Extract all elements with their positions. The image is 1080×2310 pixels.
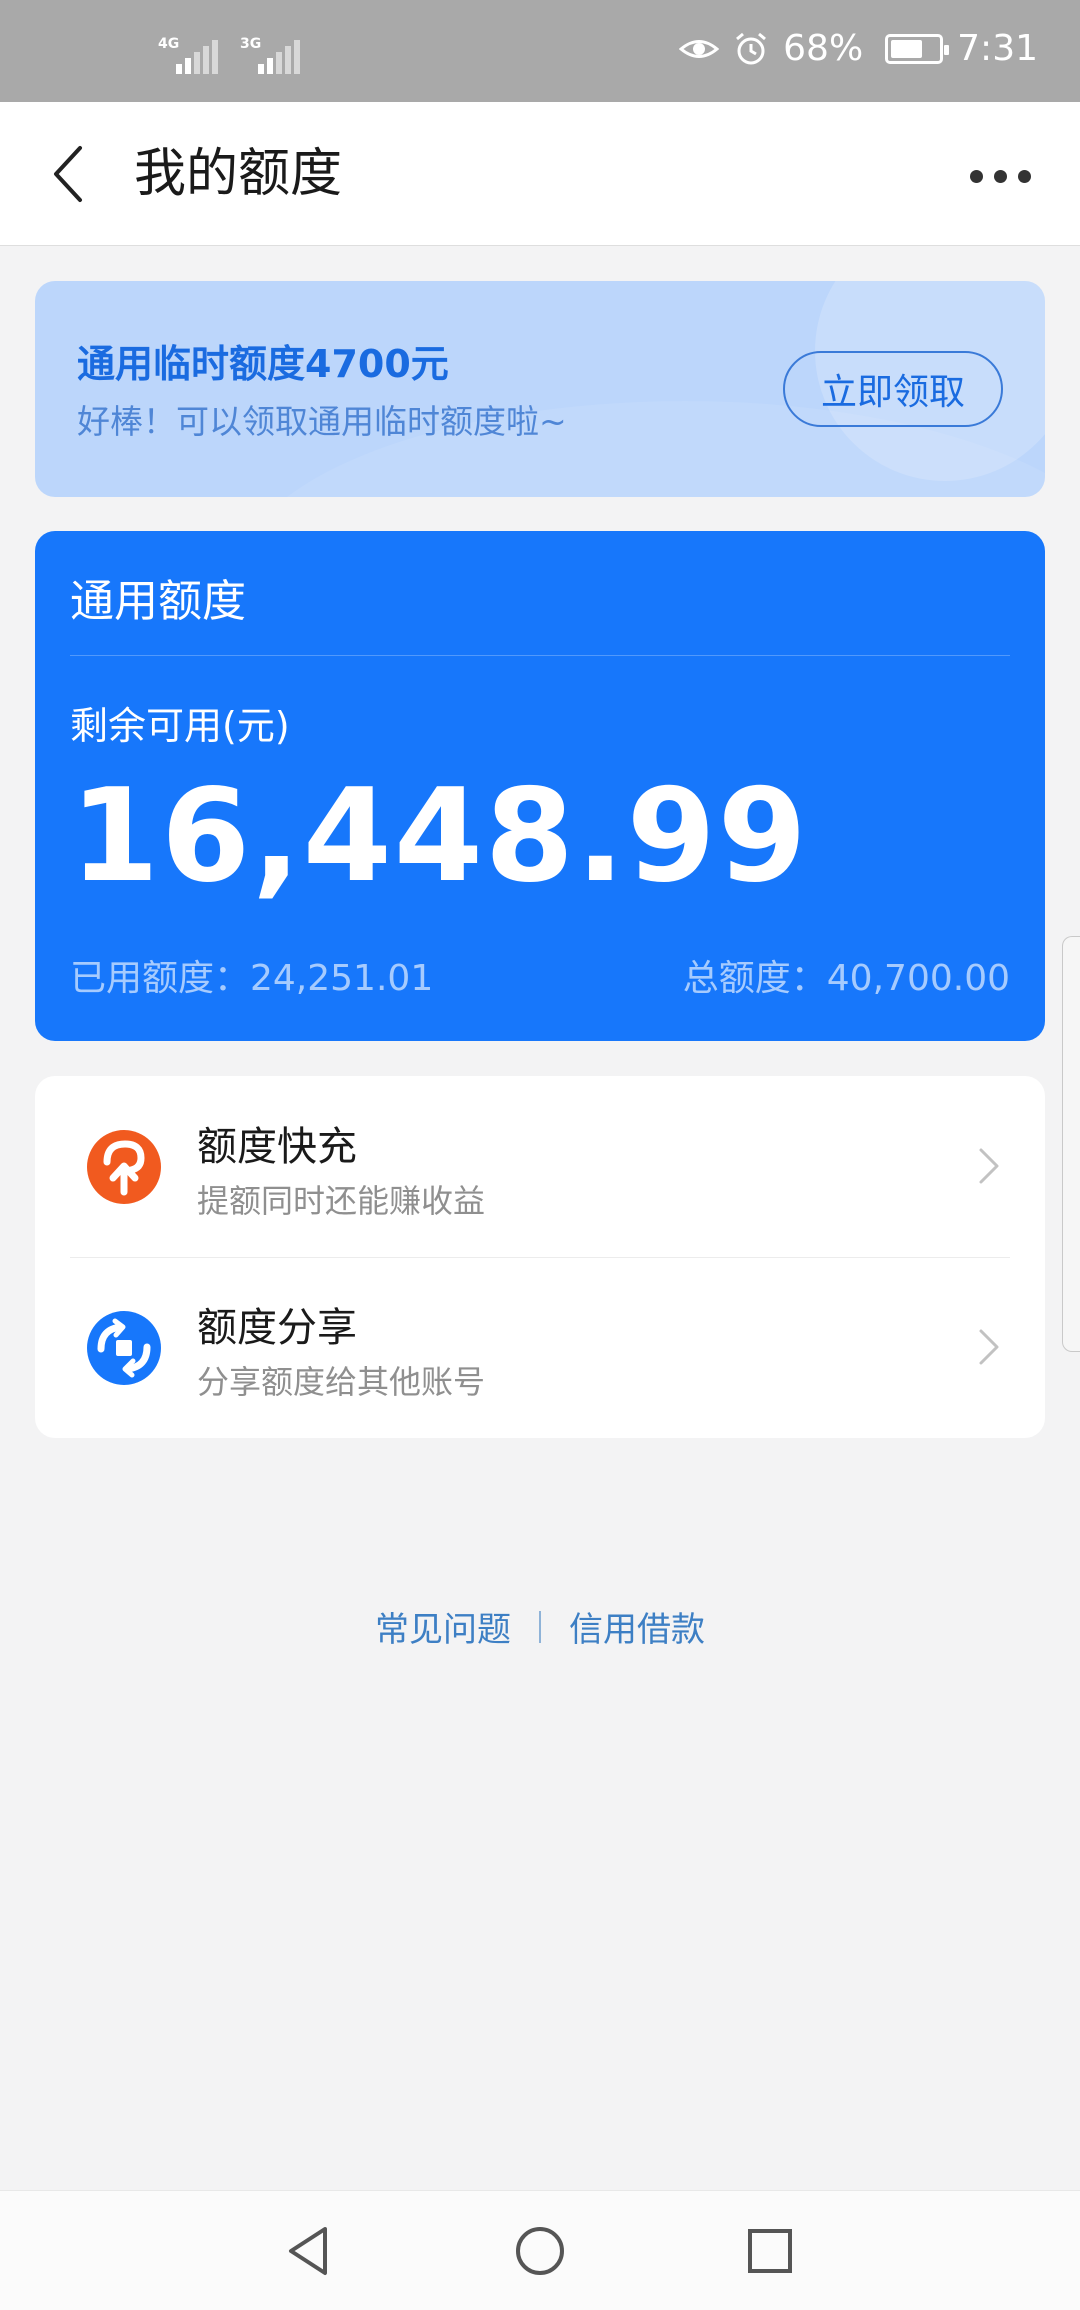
signal-4g-icon: 4G [158,36,218,74]
clock-time: 7:31 [957,28,1038,69]
battery-percent: 68% [783,28,864,69]
list-item-subtitle: 提额同时还能赚收益 [197,1182,486,1220]
edge-panel-handle[interactable] [1062,936,1080,1352]
title-bar: 我的额度 [0,102,1080,246]
list-item-title: 额度快充 [197,1124,357,1170]
page-title: 我的额度 [134,144,343,204]
quota-card-divider [70,655,1010,656]
remaining-amount: 16,448.99 [70,762,809,911]
signal-indicators: 4G 3G [158,36,300,74]
chevron-right-icon [979,1329,999,1365]
chevron-left-icon [54,146,82,202]
total-quota: 总额度：40,700.00 [682,958,1010,999]
nav-back-button[interactable] [278,2221,338,2281]
alarm-icon [736,32,767,64]
nav-home-icon [516,2227,564,2275]
nav-back-icon [289,2227,327,2275]
banner-title: 通用临时额度4700元 [77,342,449,386]
list-item-quota-boost[interactable]: 额度快充 提额同时还能赚收益 [35,1076,1045,1257]
status-bar: 4G 3G 68% 7:31 [0,0,1080,102]
list-item-quota-share[interactable]: 额度分享 分享额度给其他账号 [35,1257,1045,1438]
nav-recent-button[interactable] [740,2221,800,2281]
remaining-label: 剩余可用(元) [70,704,290,748]
temp-quota-banner: 通用临时额度4700元 好棒！可以领取通用临时额度啦~ 立即领取 [35,281,1045,497]
list-item-title: 额度分享 [197,1305,357,1351]
signal-3g-icon: 3G [240,36,300,74]
more-dots-icon [969,169,983,183]
nav-home-button[interactable] [510,2221,570,2281]
back-button[interactable] [38,140,98,208]
eye-icon [679,39,720,58]
more-button[interactable] [960,152,1040,200]
general-quota-card: 通用额度 剩余可用(元) 16,448.99 已用额度：24,251.01 总额… [35,531,1045,1041]
quota-share-icon [87,1311,161,1385]
faq-link[interactable]: 常见问题 [375,1602,511,1651]
used-quota: 已用额度：24,251.01 [70,958,434,999]
more-dot [1017,169,1031,183]
footer-links: 常见问题 信用借款 [0,1602,1080,1651]
claim-now-button[interactable]: 立即领取 [783,351,1003,427]
footer-divider [539,1610,541,1643]
more-dot [993,169,1007,183]
service-list: 额度快充 提额同时还能赚收益 额度分享 分享额度给其他账号 [35,1076,1045,1438]
banner-subtitle: 好棒！可以领取通用临时额度啦~ [77,402,567,441]
credit-loan-link[interactable]: 信用借款 [569,1602,705,1651]
chevron-right-icon [979,1148,999,1184]
nav-recent-icon [748,2229,792,2273]
battery-icon [885,33,950,64]
system-nav-bar [0,2190,1080,2310]
status-right: 68% 7:31 [679,28,1038,69]
list-item-subtitle: 分享额度给其他账号 [197,1363,486,1401]
quota-boost-icon [87,1130,161,1204]
quota-card-title: 通用额度 [70,576,246,627]
